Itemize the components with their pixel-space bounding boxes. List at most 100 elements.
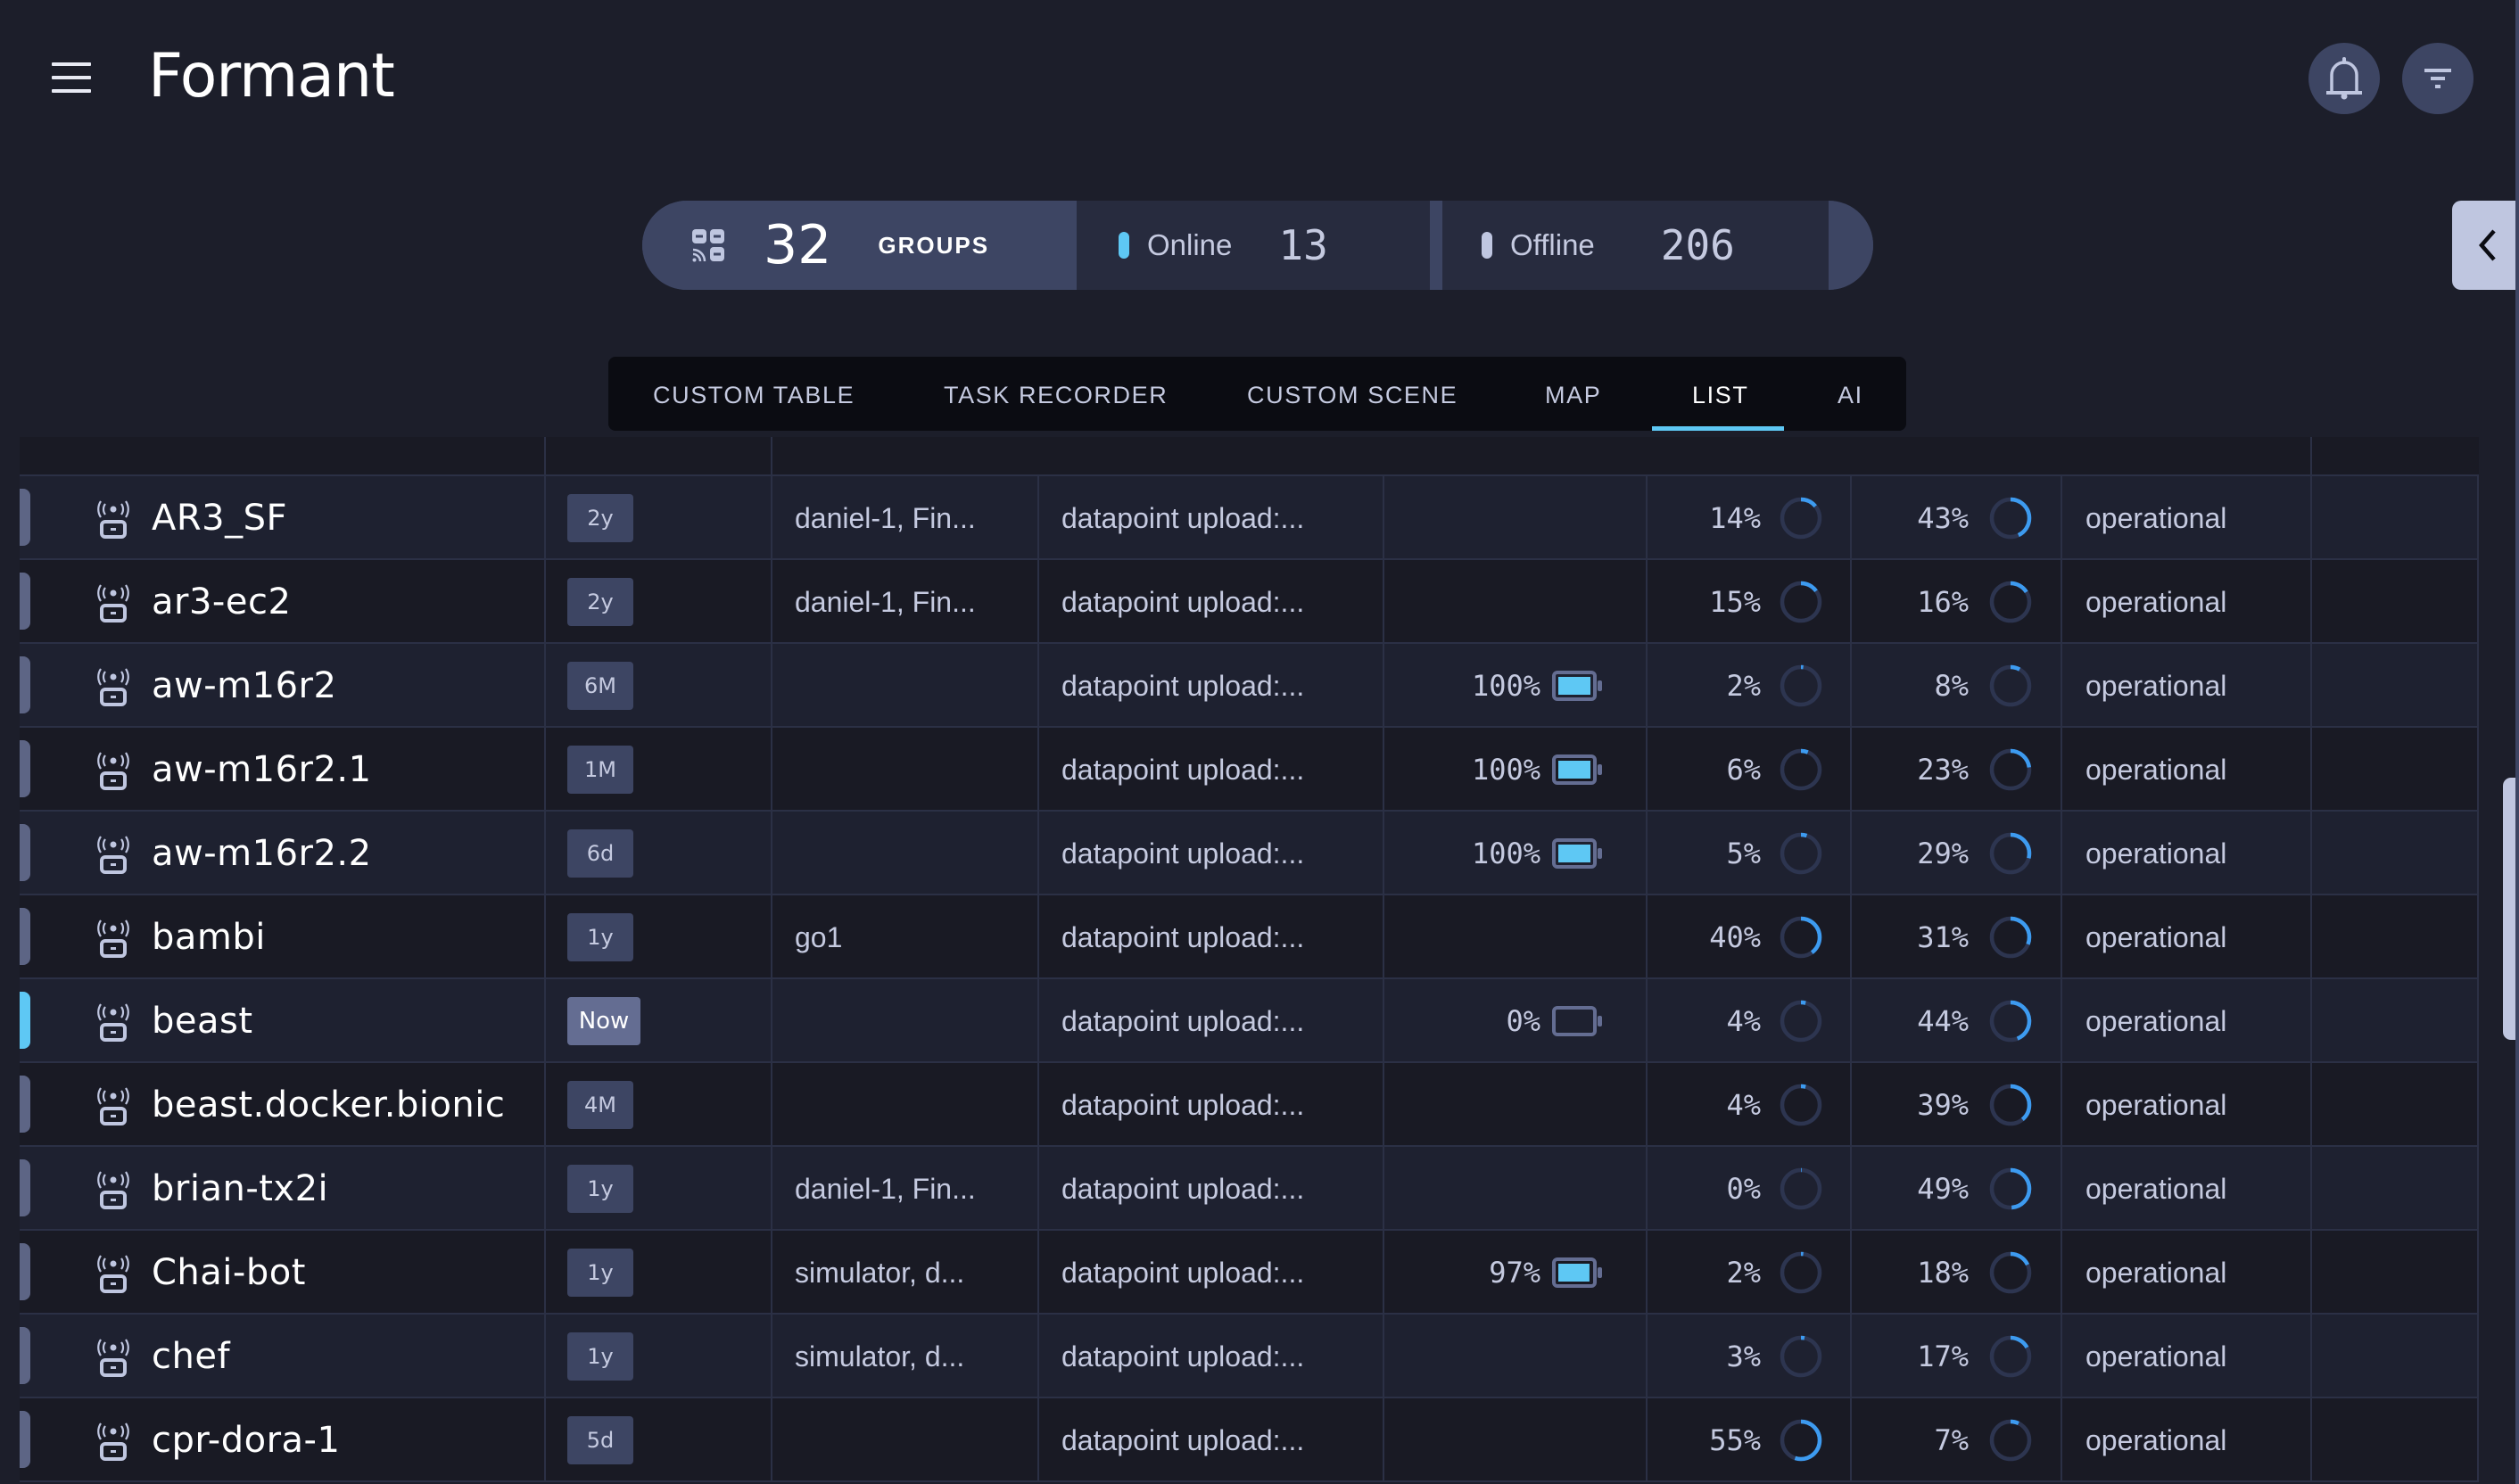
cpu-usage-ring bbox=[1779, 496, 1823, 540]
tab-map[interactable]: MAP bbox=[1545, 357, 1601, 431]
device-icon bbox=[93, 1252, 134, 1293]
device-icon bbox=[93, 1420, 134, 1461]
window-edge bbox=[2515, 0, 2519, 1484]
device-icon bbox=[93, 833, 134, 874]
groups-summary[interactable]: 32 GROUPS bbox=[642, 201, 1077, 290]
device-name[interactable]: ar3-ec2 bbox=[152, 560, 291, 642]
device-icon bbox=[93, 1084, 134, 1125]
device-status-message: datapoint upload:... bbox=[1061, 670, 1305, 702]
table-row[interactable]: aw-m16r2.1 1M datapoint upload:... 100% 6% … bbox=[20, 728, 2479, 812]
table-cell bbox=[1384, 1147, 1648, 1229]
battery-icon bbox=[1552, 838, 1604, 869]
last-seen-badge: 2y bbox=[567, 494, 633, 542]
device-name[interactable]: aw-m16r2.1 bbox=[152, 728, 372, 810]
offline-count: 206 bbox=[1660, 221, 1735, 269]
table-row[interactable]: aw-m16r2 6M datapoint upload:... 100% 2% 8%… bbox=[20, 644, 2479, 728]
cpu-usage-ring bbox=[1779, 1083, 1823, 1127]
offline-filter[interactable]: Offline 206 bbox=[1442, 201, 1829, 290]
bell-icon bbox=[2326, 57, 2362, 100]
connection-status-indicator bbox=[20, 908, 30, 965]
device-status-message: datapoint upload:... bbox=[1061, 837, 1305, 870]
cpu-usage-ring bbox=[1779, 580, 1823, 624]
cpu-usage-ring bbox=[1779, 664, 1823, 708]
memory-percent: 17% bbox=[1917, 1340, 1969, 1373]
battery-icon bbox=[1552, 1257, 1604, 1288]
memory-usage-ring bbox=[1988, 1167, 2033, 1211]
table-cell bbox=[772, 1398, 1039, 1480]
tab-list[interactable]: LIST bbox=[1692, 357, 1748, 431]
table-cell bbox=[772, 1063, 1039, 1145]
device-status-message: datapoint upload:... bbox=[1061, 1005, 1305, 1037]
cpu-percent: 0% bbox=[1726, 1172, 1761, 1206]
table-cell bbox=[1384, 476, 1648, 558]
tab-custom-table[interactable]: CUSTOM TABLE bbox=[653, 357, 855, 431]
tab-task-recorder[interactable]: TASK RECORDER bbox=[944, 357, 1168, 431]
device-name[interactable]: AR3_SF bbox=[152, 476, 287, 558]
table-row[interactable]: cpr-dora-1 5d datapoint upload:... 55% 7% o… bbox=[20, 1398, 2479, 1482]
operational-state: operational bbox=[2085, 670, 2227, 702]
memory-percent: 23% bbox=[1917, 753, 1969, 787]
online-filter[interactable]: Online 13 bbox=[1077, 201, 1430, 290]
device-icon bbox=[93, 665, 134, 706]
device-name[interactable]: aw-m16r2 bbox=[152, 644, 336, 726]
table-row[interactable]: beast.docker.bionic 4M datapoint upload:..… bbox=[20, 1063, 2479, 1147]
device-name[interactable]: brian-tx2i bbox=[152, 1147, 328, 1229]
table-cell bbox=[2312, 1063, 2479, 1145]
device-name[interactable]: beast bbox=[152, 979, 253, 1061]
table-row[interactable]: aw-m16r2.2 6d datapoint upload:... 100% 5% … bbox=[20, 812, 2479, 895]
side-panel-toggle[interactable] bbox=[2452, 201, 2519, 290]
battery-icon bbox=[1552, 754, 1604, 785]
table-row[interactable]: beast Now datapoint upload:... 0% 4% 44% op… bbox=[20, 979, 2479, 1063]
table-cell bbox=[2312, 476, 2479, 558]
operational-state: operational bbox=[2085, 1005, 2227, 1037]
device-name[interactable]: aw-m16r2.2 bbox=[152, 812, 372, 894]
table-row[interactable]: bambi 1y go1 datapoint upload:... 40% 31% op… bbox=[20, 895, 2479, 979]
notifications-button[interactable] bbox=[2308, 43, 2380, 114]
table-cell bbox=[1384, 560, 1648, 642]
cpu-usage-ring bbox=[1779, 831, 1823, 876]
device-name[interactable]: bambi bbox=[152, 895, 266, 977]
online-count: 13 bbox=[1278, 221, 1328, 269]
device-icon bbox=[93, 749, 134, 790]
table-cell bbox=[772, 979, 1039, 1061]
device-name[interactable]: Chai-bot bbox=[152, 1231, 306, 1313]
last-seen-badge: 1M bbox=[567, 746, 633, 794]
cpu-usage-ring bbox=[1779, 915, 1823, 960]
device-icon bbox=[93, 1168, 134, 1209]
device-status-message: datapoint upload:... bbox=[1061, 1340, 1305, 1373]
memory-percent: 7% bbox=[1934, 1423, 1969, 1457]
filter-icon bbox=[2424, 69, 2451, 88]
table-cell bbox=[772, 644, 1039, 726]
table-cell bbox=[2312, 644, 2479, 726]
tab-ai[interactable]: AI bbox=[1838, 357, 1863, 431]
device-name[interactable]: cpr-dora-1 bbox=[152, 1398, 340, 1480]
operational-state: operational bbox=[2085, 1424, 2227, 1456]
operational-state: operational bbox=[2085, 1340, 2227, 1373]
table-cell bbox=[2312, 1315, 2479, 1397]
table-cell bbox=[1384, 1315, 1648, 1397]
device-name[interactable]: beast.docker.bionic bbox=[152, 1063, 505, 1145]
filter-button[interactable] bbox=[2402, 43, 2474, 114]
connection-status-indicator bbox=[20, 489, 30, 546]
last-seen-badge: 1y bbox=[567, 1249, 633, 1297]
table-row[interactable]: Chai-bot 1y simulator, d... datapoint uploa… bbox=[20, 1231, 2479, 1315]
last-seen-badge: 5d bbox=[567, 1416, 633, 1464]
connection-status-indicator bbox=[20, 1411, 30, 1468]
table-row[interactable]: chef 1y simulator, d... datapoint upload:..… bbox=[20, 1315, 2479, 1398]
memory-percent: 39% bbox=[1917, 1088, 1969, 1122]
cpu-percent: 40% bbox=[1709, 920, 1761, 954]
hamburger-menu-icon[interactable] bbox=[52, 62, 96, 95]
device-name[interactable]: chef bbox=[152, 1315, 230, 1397]
battery-percent: 100% bbox=[1471, 669, 1540, 703]
table-row[interactable]: brian-tx2i 1y daniel-1, Fin... datapoint up… bbox=[20, 1147, 2479, 1231]
table-row[interactable]: AR3_SF 2y daniel-1, Fin... datapoint upload… bbox=[20, 476, 2479, 560]
groups-label: GROUPS bbox=[878, 231, 990, 259]
tab-custom-scene[interactable]: CUSTOM SCENE bbox=[1247, 357, 1458, 431]
device-tags: daniel-1, Fin... bbox=[795, 502, 976, 534]
cpu-percent: 55% bbox=[1709, 1423, 1761, 1457]
operational-state: operational bbox=[2085, 1089, 2227, 1121]
table-row[interactable]: ar3-ec2 2y daniel-1, Fin... datapoint uploa… bbox=[20, 560, 2479, 644]
device-icon bbox=[93, 1336, 134, 1377]
cpu-percent: 3% bbox=[1726, 1340, 1761, 1373]
memory-usage-ring bbox=[1988, 1250, 2033, 1295]
